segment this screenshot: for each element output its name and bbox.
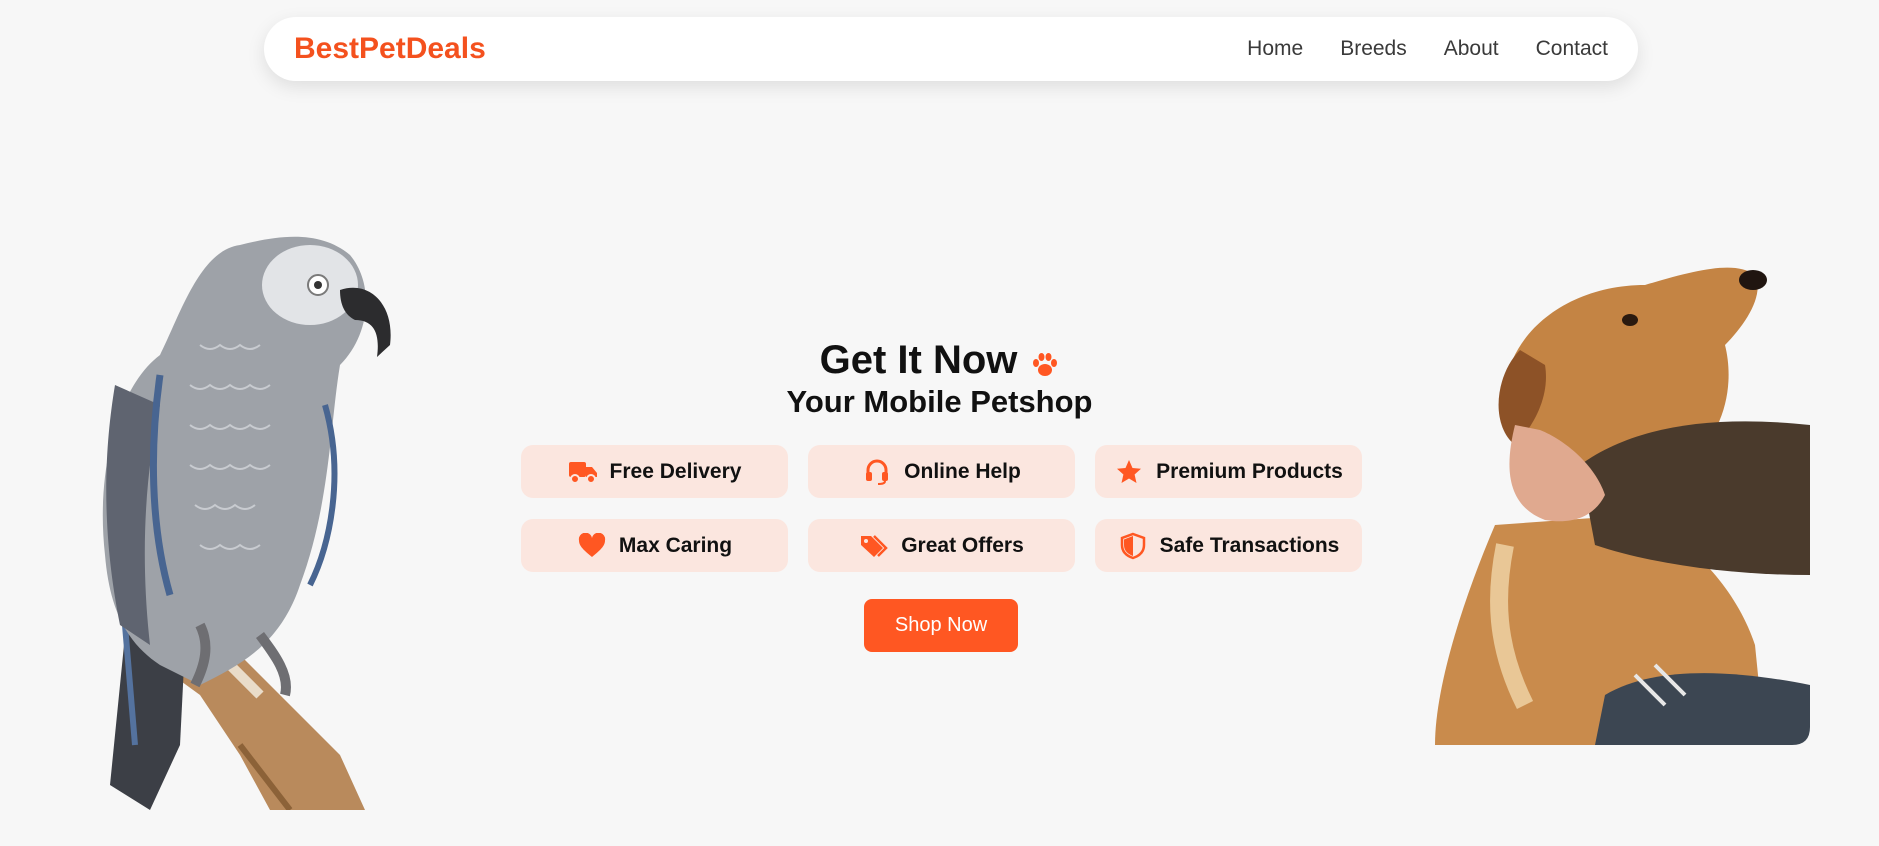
headset-icon <box>862 458 892 486</box>
dog-image <box>1435 267 1810 745</box>
page: BestPetDeals Home Breeds About Contact G… <box>0 0 1879 846</box>
feature-max-caring: Max Caring <box>521 519 788 572</box>
feature-free-delivery: Free Delivery <box>521 445 788 498</box>
brand-logo[interactable]: BestPetDeals <box>294 32 486 66</box>
hero-title-row: Get It Now <box>0 338 1879 383</box>
hero-title: Get It Now <box>819 338 1018 382</box>
hero-subtitle: Your Mobile Petshop <box>786 384 1093 419</box>
feature-premium-products: Premium Products <box>1095 445 1362 498</box>
navbar: BestPetDeals Home Breeds About Contact <box>264 17 1638 81</box>
nav-link-home[interactable]: Home <box>1247 37 1303 61</box>
tags-icon <box>859 532 889 560</box>
feature-label: Safe Transactions <box>1159 533 1340 557</box>
feature-label: Premium Products <box>1156 459 1343 483</box>
nav-link-breeds[interactable]: Breeds <box>1340 37 1407 61</box>
shop-now-button[interactable]: Shop Now <box>864 599 1018 652</box>
paw-icon <box>1033 352 1058 376</box>
shield-icon <box>1118 532 1148 560</box>
feature-great-offers: Great Offers <box>808 519 1075 572</box>
feature-label: Great Offers <box>901 533 1024 557</box>
nav-link-about[interactable]: About <box>1444 37 1499 61</box>
nav-links: Home Breeds About Contact <box>1247 37 1608 61</box>
star-icon <box>1114 458 1144 486</box>
feature-label: Online Help <box>904 459 1021 483</box>
truck-icon <box>568 458 598 486</box>
parrot-image <box>102 236 391 810</box>
feature-safe-transactions: Safe Transactions <box>1095 519 1362 572</box>
heart-icon <box>577 532 607 560</box>
feature-label: Max Caring <box>618 533 733 557</box>
feature-online-help: Online Help <box>808 445 1075 498</box>
nav-link-contact[interactable]: Contact <box>1536 37 1608 61</box>
feature-grid: Free Delivery Online Help Premium Produc… <box>521 445 1362 572</box>
feature-label: Free Delivery <box>609 459 742 483</box>
